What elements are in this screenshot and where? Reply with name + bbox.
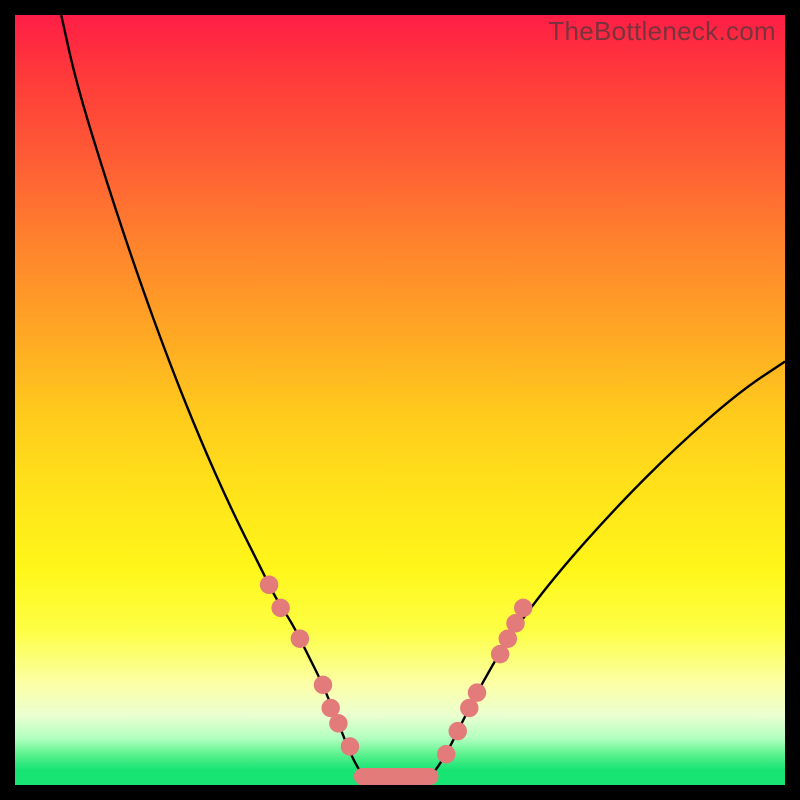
watermark-text: TheBottleneck.com — [548, 16, 776, 47]
curve-bottom-bar — [354, 768, 439, 785]
marker-dot — [514, 599, 532, 617]
marker-dot — [437, 745, 455, 763]
bottleneck-curve — [61, 15, 785, 785]
chart-container: TheBottleneck.com — [0, 0, 800, 800]
marker-dot — [260, 576, 278, 594]
chart-svg — [15, 15, 785, 785]
bottom-bar — [354, 768, 439, 785]
marker-dot — [341, 737, 359, 755]
marker-dot — [468, 683, 486, 701]
marker-dot — [329, 714, 347, 732]
marker-dot — [314, 676, 332, 694]
marker-dot — [271, 599, 289, 617]
marker-dot — [291, 629, 309, 647]
marker-dot — [449, 722, 467, 740]
